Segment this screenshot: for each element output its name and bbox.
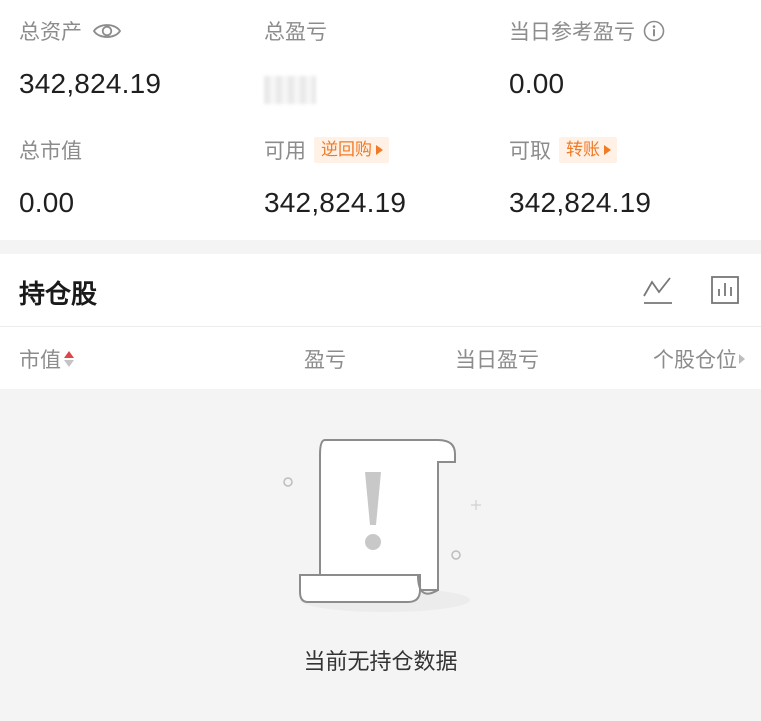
column-label: 盈亏 (304, 348, 346, 372)
total-pnl-label: 总盈亏 (264, 20, 327, 44)
market-value-cell: 总市值 0.00 (19, 135, 82, 218)
column-label: 当日盈亏 (455, 348, 539, 372)
info-icon[interactable] (643, 20, 665, 42)
available-value: 342,824.19 (264, 187, 407, 218)
column-daily-pnl[interactable]: 当日盈亏 (455, 344, 539, 374)
total-pnl-cell: 总盈亏 (264, 16, 327, 104)
sort-icon (64, 351, 74, 367)
account-summary: 总资产 342,824.19 总盈亏 当日参考盈亏 0.00 总市值 0.00 … (0, 0, 761, 240)
reverse-repo-button[interactable]: 逆回购 (314, 137, 389, 163)
available-cell: 可用 逆回购 342,824.19 (264, 135, 406, 218)
chevron-right-icon (376, 145, 383, 155)
withdrawable-value: 342,824.19 (509, 187, 652, 218)
eye-icon[interactable] (92, 21, 122, 41)
holdings-title: 持仓股 (19, 280, 98, 310)
market-value-value: 0.00 (19, 187, 75, 218)
holdings-columns: 市值 盈亏 当日盈亏 个股仓位 (0, 327, 761, 389)
transfer-button[interactable]: 转账 (559, 137, 617, 163)
total-pnl-hidden-value (264, 76, 316, 104)
available-label: 可用 (264, 139, 306, 163)
section-divider (0, 240, 761, 254)
empty-document-icon (270, 430, 490, 624)
daily-ref-pnl-cell: 当日参考盈亏 0.00 (509, 16, 665, 99)
withdrawable-cell: 可取 转账 342,824.19 (509, 135, 651, 218)
holdings-header: 持仓股 (0, 254, 761, 327)
column-label: 个股仓位 (653, 348, 737, 372)
market-value-label: 总市值 (19, 139, 82, 163)
total-assets-label: 总资产 (19, 20, 82, 44)
column-position-ratio[interactable]: 个股仓位 (653, 344, 745, 374)
column-label: 市值 (19, 348, 61, 372)
transfer-label: 转账 (566, 140, 600, 160)
reverse-repo-label: 逆回购 (321, 140, 372, 160)
chevron-right-icon (739, 354, 745, 364)
bar-chart-icon[interactable] (709, 274, 741, 310)
total-assets-cell: 总资产 342,824.19 (19, 16, 161, 99)
total-assets-value: 342,824.19 (19, 68, 162, 99)
chevron-right-icon (604, 145, 611, 155)
empty-state-text: 当前无持仓数据 (303, 650, 458, 675)
column-pnl[interactable]: 盈亏 (304, 344, 346, 374)
daily-ref-pnl-label: 当日参考盈亏 (509, 20, 635, 44)
daily-ref-pnl-value: 0.00 (509, 68, 565, 99)
column-market-value[interactable]: 市值 (19, 344, 74, 374)
withdrawable-label: 可取 (509, 139, 551, 163)
line-chart-icon[interactable] (642, 274, 674, 310)
